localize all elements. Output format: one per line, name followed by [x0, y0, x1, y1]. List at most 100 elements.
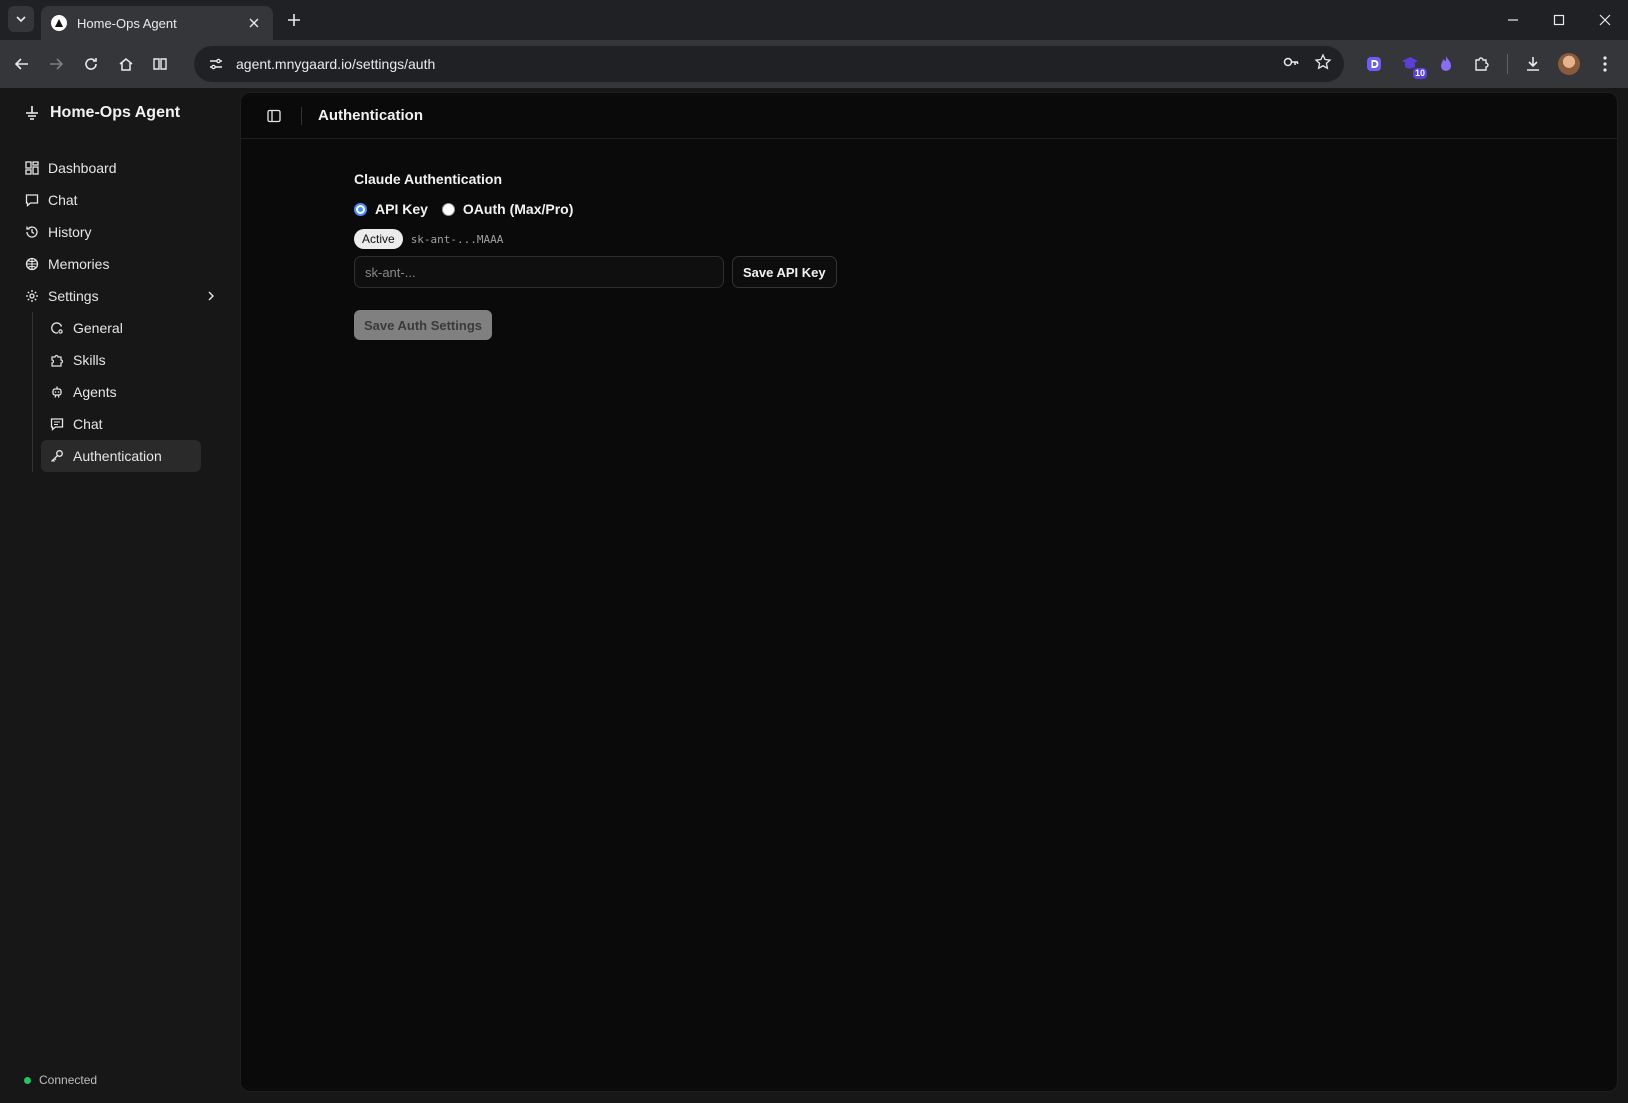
gear-icon — [24, 288, 40, 304]
sidebar-item-dashboard[interactable]: Dashboard — [16, 152, 224, 184]
extension-cap-icon[interactable]: 10 — [1399, 53, 1427, 79]
sidebar-item-label: Settings — [48, 288, 99, 304]
sidebar-nav: Dashboard Chat History Memories Settings… — [16, 152, 224, 472]
bookmark-star-icon[interactable] — [1314, 52, 1332, 76]
settings-subnav: General Skills Agents Chat Authenticatio… — [32, 312, 224, 472]
page-title: Authentication — [318, 107, 423, 124]
close-icon — [1599, 14, 1611, 26]
arrow-right-icon — [50, 58, 64, 70]
extensions-puzzle-icon[interactable] — [1471, 53, 1493, 75]
home-button[interactable] — [112, 50, 140, 78]
password-key-icon[interactable] — [1282, 53, 1300, 76]
sidebar-item-agents[interactable]: Agents — [41, 376, 201, 408]
sidebar-item-skills[interactable]: Skills — [41, 344, 201, 376]
home-icon — [119, 58, 133, 71]
sidebar: Home-Ops Agent Dashboard Chat History Me… — [0, 88, 240, 1103]
sidebar-item-label: General — [73, 320, 123, 336]
app-favicon-icon — [51, 15, 67, 31]
api-key-row: Save API Key — [354, 256, 837, 288]
maximize-icon — [1553, 14, 1565, 26]
api-key-radio-label[interactable]: API Key — [375, 201, 428, 217]
sidebar-item-label: Chat — [73, 416, 103, 432]
brand-logo-icon — [26, 106, 38, 120]
sidebar-item-chat[interactable]: Chat — [16, 184, 224, 216]
browser-tab[interactable]: Home-Ops Agent — [41, 6, 273, 40]
history-icon — [24, 224, 40, 240]
sidebar-item-label: Dashboard — [48, 160, 117, 176]
chat-icon — [49, 416, 65, 432]
memories-icon — [24, 256, 40, 272]
browser-toolbar: agent.mnygaard.io/settings/auth 10 — [0, 40, 1628, 88]
extension-badge: 10 — [1412, 68, 1427, 79]
maximize-button[interactable] — [1536, 0, 1582, 40]
key-icon — [49, 448, 65, 464]
back-button[interactable] — [8, 50, 36, 78]
general-icon — [49, 320, 65, 336]
header-divider — [301, 106, 302, 125]
sidebar-item-label: History — [48, 224, 92, 240]
oauth-radio[interactable] — [441, 202, 455, 216]
brand[interactable]: Home-Ops Agent — [24, 104, 180, 122]
save-api-key-button[interactable]: Save API Key — [732, 256, 837, 288]
tab-title: Home-Ops Agent — [77, 15, 177, 31]
chevron-down-icon — [16, 16, 26, 23]
browser-menu-icon[interactable] — [1594, 53, 1616, 75]
sidebar-item-history[interactable]: History — [16, 216, 224, 248]
api-key-radio[interactable] — [354, 202, 367, 216]
main-panel: Authentication Claude Authentication API… — [240, 92, 1618, 1092]
connection-status: Connected — [24, 1073, 97, 1087]
bot-icon — [49, 384, 65, 400]
sidebar-item-label: Authentication — [73, 448, 162, 464]
sidebar-item-label: Chat — [48, 192, 78, 208]
sidebar-item-general[interactable]: General — [41, 312, 201, 344]
minimize-icon — [1508, 19, 1518, 21]
app-root: Home-Ops Agent Dashboard Chat History Me… — [0, 88, 1628, 1103]
status-text: Connected — [39, 1073, 98, 1087]
extension-d-icon[interactable] — [1363, 53, 1385, 75]
new-tab-button[interactable] — [282, 8, 306, 32]
url-text: agent.mnygaard.io/settings/auth — [236, 56, 436, 72]
oauth-radio-label[interactable]: OAuth (Max/Pro) — [463, 201, 573, 217]
tab-search-button[interactable] — [8, 6, 34, 32]
sidebar-item-authentication[interactable]: Authentication — [41, 440, 201, 472]
sidebar-item-label: Skills — [73, 352, 106, 368]
close-tab-icon[interactable] — [245, 14, 263, 32]
arrow-left-icon — [14, 58, 28, 70]
chevron-right-icon — [206, 291, 216, 301]
split-view-icon — [153, 58, 167, 70]
status-dot-icon — [24, 1076, 31, 1084]
masked-api-key: sk-ant-...MAAA — [410, 232, 504, 246]
window-controls — [1490, 0, 1628, 40]
puzzle-icon — [49, 352, 65, 368]
extension-flame-icon[interactable] — [1435, 53, 1457, 75]
save-auth-settings-button[interactable]: Save Auth Settings — [354, 310, 492, 340]
api-key-input[interactable] — [354, 256, 724, 288]
toolbar-divider — [1507, 54, 1508, 74]
extensions-area: 10 — [1363, 50, 1628, 79]
download-icon[interactable] — [1522, 53, 1544, 75]
section-title: Claude Authentication — [354, 171, 503, 187]
sidebar-item-settings[interactable]: Settings — [16, 280, 224, 312]
brand-title: Home-Ops Agent — [50, 104, 181, 121]
sidebar-item-label: Memories — [48, 256, 110, 272]
reload-icon — [85, 58, 97, 70]
split-view-button[interactable] — [146, 50, 174, 78]
tab-strip: Home-Ops Agent — [0, 0, 1628, 40]
minimize-button[interactable] — [1490, 0, 1536, 40]
reload-button[interactable] — [77, 50, 105, 78]
main-header: Authentication — [241, 93, 1617, 139]
active-key-row: Active sk-ant-...MAAA — [354, 229, 837, 249]
close-window-button[interactable] — [1582, 0, 1628, 40]
address-bar[interactable]: agent.mnygaard.io/settings/auth — [194, 46, 1344, 82]
site-settings-icon[interactable] — [206, 54, 226, 74]
profile-avatar[interactable] — [1558, 53, 1580, 75]
forward-button[interactable] — [42, 50, 70, 78]
dashboard-icon — [24, 160, 40, 176]
chat-icon — [24, 192, 40, 208]
sidebar-item-label: Agents — [73, 384, 117, 400]
sidebar-item-settings-chat[interactable]: Chat — [41, 408, 201, 440]
sidebar-item-memories[interactable]: Memories — [16, 248, 224, 280]
sidebar-toggle-icon[interactable] — [263, 105, 285, 127]
active-badge: Active — [354, 229, 403, 249]
auth-settings-section: Claude Authentication API Key OAuth (Max… — [354, 171, 837, 340]
